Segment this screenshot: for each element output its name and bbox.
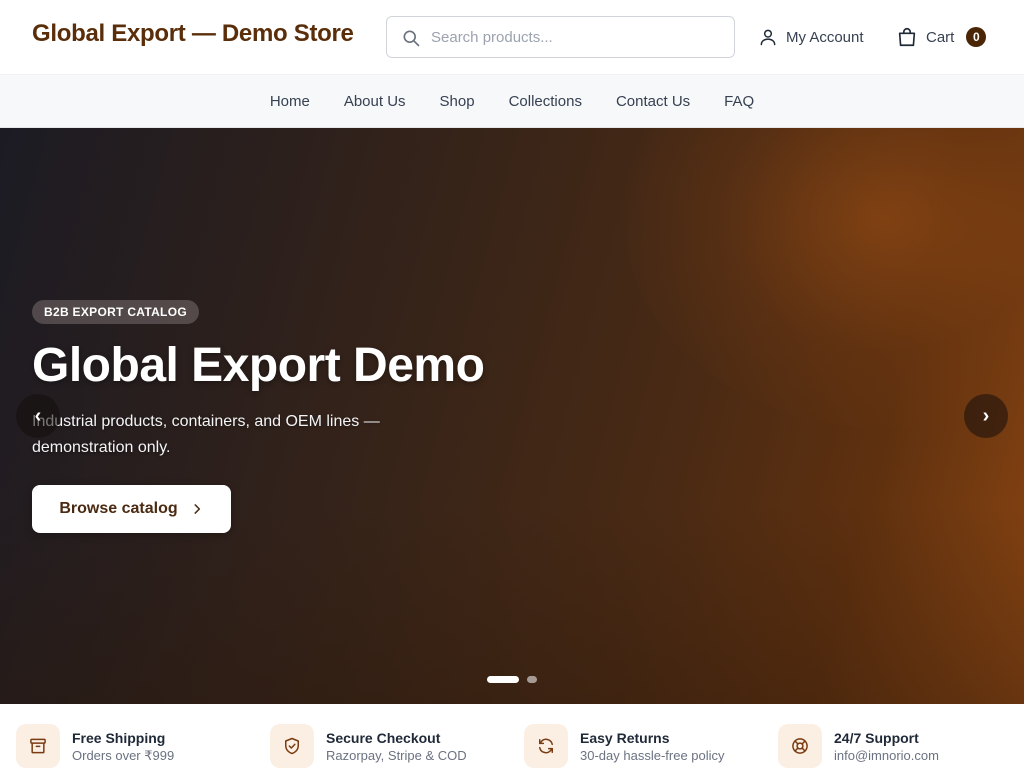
- slider-pagination: [487, 676, 537, 683]
- slider-dot-2[interactable]: [527, 676, 537, 683]
- nav-item-collections[interactable]: Collections: [509, 93, 582, 110]
- main-navigation: Home About Us Shop Collections Contact U…: [0, 74, 1024, 128]
- search-box[interactable]: [386, 16, 735, 58]
- my-account-label: My Account: [786, 28, 864, 46]
- nav-item-contact-us[interactable]: Contact Us: [616, 93, 690, 110]
- feature-icon-wrapper: [270, 724, 314, 768]
- feature-description: Razorpay, Stripe & COD: [326, 748, 467, 763]
- feature-title: Secure Checkout: [326, 730, 441, 746]
- feature-description: info@imnorio.com: [834, 748, 939, 763]
- slider-next-button[interactable]: ›: [964, 394, 1008, 438]
- nav-item-home[interactable]: Home: [270, 93, 310, 110]
- feature-free-shipping: Free Shipping Orders over ₹999: [16, 724, 174, 768]
- hero-slider: B2B EXPORT CATALOG Global Export Demo In…: [0, 128, 1024, 704]
- hero-background-glow: [624, 128, 1024, 428]
- site-header: Global Export — Demo Store My Account Ca…: [0, 0, 1024, 74]
- feature-support: 24/7 Support info@imnorio.com: [778, 724, 939, 768]
- cart-count-badge: 0: [966, 27, 987, 47]
- hero-background-shade: [0, 504, 1024, 704]
- search-input[interactable]: [431, 17, 721, 57]
- nav-item-shop[interactable]: Shop: [440, 93, 475, 110]
- feature-icon-wrapper: [778, 724, 822, 768]
- feature-description: Orders over ₹999: [72, 748, 175, 763]
- store-logo[interactable]: Global Export — Demo Store: [32, 20, 354, 48]
- slider-dot-1[interactable]: [487, 676, 519, 683]
- feature-secure-checkout: Secure Checkout Razorpay, Stripe & COD: [270, 724, 467, 768]
- feature-icon-wrapper: [16, 724, 60, 768]
- feature-description: 30-day hassle-free policy: [580, 748, 725, 763]
- chevron-right-icon: [194, 504, 200, 514]
- hero-subtitle: Industrial products, containers, and OEM…: [32, 413, 380, 456]
- browse-catalog-button[interactable]: Browse catalog: [32, 485, 231, 533]
- slider-prev-button[interactable]: ‹: [16, 394, 60, 438]
- shopping-bag-icon: [898, 28, 916, 47]
- refresh-icon: [539, 738, 553, 754]
- cart-label: Cart: [926, 28, 955, 46]
- hero-badge: B2B EXPORT CATALOG: [32, 300, 199, 324]
- feature-icon-wrapper: [524, 724, 568, 768]
- feature-title: Easy Returns: [580, 730, 670, 746]
- nav-item-about-us[interactable]: About Us: [344, 93, 406, 110]
- feature-title: Free Shipping: [72, 730, 166, 746]
- feature-easy-returns: Easy Returns 30-day hassle-free policy: [524, 724, 725, 768]
- cart-link[interactable]: Cart 0: [896, 25, 987, 49]
- chevron-left-icon: ‹: [34, 405, 42, 427]
- my-account-link[interactable]: My Account: [758, 26, 864, 48]
- nav-item-faq[interactable]: FAQ: [724, 93, 754, 110]
- feature-title: 24/7 Support: [834, 730, 919, 746]
- shield-check-icon: [285, 737, 299, 755]
- box-icon: [30, 738, 46, 754]
- feature-strip: Free Shipping Orders over ₹999 Secure Ch…: [0, 704, 1024, 768]
- user-icon: [760, 29, 776, 46]
- search-icon: [403, 30, 420, 47]
- hero-title: Global Export Demo: [32, 339, 485, 392]
- chevron-right-icon: ›: [982, 405, 990, 427]
- lifebuoy-icon: [792, 738, 808, 754]
- browse-catalog-label: Browse catalog: [59, 500, 178, 517]
